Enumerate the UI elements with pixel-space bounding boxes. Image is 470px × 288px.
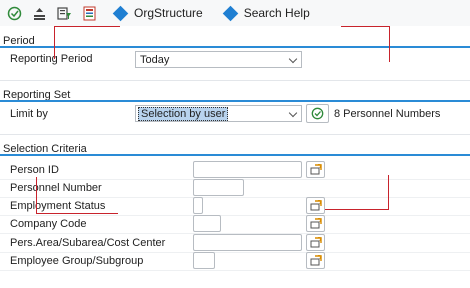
selection-criteria-divider <box>0 154 470 156</box>
multiple-selection-icon <box>310 200 322 211</box>
multiple-selection-button[interactable] <box>306 215 325 232</box>
annotation-line <box>54 26 120 27</box>
row-separator <box>0 197 470 198</box>
employee-group-label: Employee Group/Subgroup <box>10 255 144 267</box>
company-code-label: Company Code <box>10 218 87 230</box>
orgstructure-icon <box>112 5 129 21</box>
multiple-selection-icon <box>310 255 322 266</box>
annotation-line <box>389 26 390 62</box>
personnel-number-label: Personnel Number <box>10 182 102 194</box>
filter-icon[interactable] <box>56 5 72 21</box>
multiple-selection-button[interactable] <box>306 234 325 251</box>
multiple-selection-button[interactable] <box>306 197 325 214</box>
personnel-number-input[interactable] <box>193 179 244 196</box>
list-icon[interactable] <box>81 5 97 21</box>
annotation-line <box>36 177 37 214</box>
employment-status-label: Employment Status <box>10 200 106 212</box>
reporting-set-divider <box>0 100 470 102</box>
orgstructure-label: OrgStructure <box>134 6 203 20</box>
limit-by-dropdown[interactable]: Selection by user <box>135 105 302 122</box>
chevron-down-icon <box>288 108 298 118</box>
row-separator <box>0 215 470 216</box>
annotation-line <box>388 175 389 210</box>
personnel-count-text: 8 Personnel Numbers <box>334 108 441 120</box>
row-separator <box>0 270 470 271</box>
multiple-selection-icon <box>310 218 322 229</box>
annotation-line <box>54 26 55 59</box>
reporting-period-dropdown[interactable]: Today <box>135 51 302 68</box>
reporting-set-bottom-line <box>0 134 470 135</box>
row-separator <box>0 252 470 253</box>
person-id-label: Person ID <box>10 164 59 176</box>
reporting-period-value: Today <box>140 53 170 66</box>
chevron-down-icon <box>288 54 298 64</box>
search-help-button[interactable]: Search Help <box>221 5 310 21</box>
employment-status-input[interactable] <box>193 197 203 214</box>
search-help-label: Search Help <box>243 6 310 20</box>
annotation-line <box>325 209 389 210</box>
multiple-selection-icon <box>310 164 322 175</box>
pers-area-label: Pers.Area/Subarea/Cost Center <box>10 237 166 249</box>
period-bottom-line <box>0 80 470 81</box>
execute-icon[interactable] <box>6 5 22 21</box>
limit-by-value: Selection by user <box>138 106 229 121</box>
period-divider <box>0 46 470 48</box>
person-id-input[interactable] <box>193 161 302 178</box>
pers-area-input[interactable] <box>193 234 302 251</box>
annotation-line <box>36 213 118 214</box>
multiple-selection-icon <box>310 237 322 248</box>
multiple-selection-button[interactable] <box>306 161 325 178</box>
variant-icon[interactable] <box>31 5 47 21</box>
search-help-icon <box>222 5 238 21</box>
limit-by-label: Limit by <box>10 108 48 120</box>
annotation-line <box>341 26 389 27</box>
execute-icon <box>311 107 324 120</box>
employee-group-input[interactable] <box>193 252 215 269</box>
toolbar: OrgStructure Search Help <box>0 0 470 26</box>
multiple-selection-button[interactable] <box>306 252 325 269</box>
execute-selection-button[interactable] <box>306 104 329 123</box>
orgstructure-button[interactable]: OrgStructure <box>111 5 203 21</box>
company-code-input[interactable] <box>193 215 221 232</box>
reporting-period-label: Reporting Period <box>10 53 93 65</box>
